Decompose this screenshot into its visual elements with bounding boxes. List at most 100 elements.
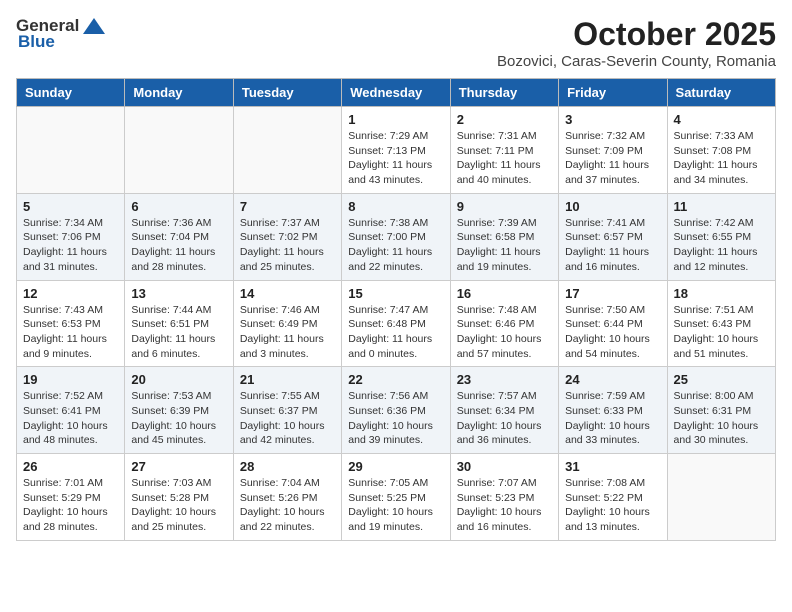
calendar-cell: 10 Sunrise: 7:41 AM Sunset: 6:57 PM Dayli…	[559, 193, 667, 280]
day-number: 20	[131, 372, 226, 387]
calendar-cell: 3 Sunrise: 7:32 AM Sunset: 7:09 PM Daylig…	[559, 107, 667, 194]
day-number: 10	[565, 199, 660, 214]
calendar-cell: 21 Sunrise: 7:55 AM Sunset: 6:37 PM Dayli…	[233, 367, 341, 454]
day-info: Sunrise: 7:33 AM Sunset: 7:08 PM Dayligh…	[674, 129, 769, 188]
day-info: Sunrise: 7:48 AM Sunset: 6:46 PM Dayligh…	[457, 303, 552, 362]
day-info: Sunrise: 7:03 AM Sunset: 5:28 PM Dayligh…	[131, 476, 226, 535]
day-number: 21	[240, 372, 335, 387]
header: General Blue October 2025 Bozovici, Cara…	[16, 16, 776, 70]
day-number: 4	[674, 112, 769, 127]
day-info: Sunrise: 7:01 AM Sunset: 5:29 PM Dayligh…	[23, 476, 118, 535]
calendar-cell: 12 Sunrise: 7:43 AM Sunset: 6:53 PM Dayli…	[17, 280, 125, 367]
day-info: Sunrise: 7:42 AM Sunset: 6:55 PM Dayligh…	[674, 216, 769, 275]
day-number: 24	[565, 372, 660, 387]
day-number: 5	[23, 199, 118, 214]
calendar-cell: 24 Sunrise: 7:59 AM Sunset: 6:33 PM Dayli…	[559, 367, 667, 454]
calendar-cell: 2Sunrise: 7:31 AM Sunset: 7:11 PM Daylig…	[450, 107, 558, 194]
calendar-cell: 25 Sunrise: 8:00 AM Sunset: 6:31 PM Dayli…	[667, 367, 775, 454]
day-number: 11	[674, 199, 769, 214]
day-number: 25	[674, 372, 769, 387]
calendar: SundayMondayTuesdayWednesdayThursdayFrid…	[16, 78, 776, 541]
day-number: 6	[131, 199, 226, 214]
calendar-cell: 29 Sunrise: 7:05 AM Sunset: 5:25 PM Dayli…	[342, 454, 450, 541]
calendar-cell: 26 Sunrise: 7:01 AM Sunset: 5:29 PM Dayli…	[17, 454, 125, 541]
day-info: Sunrise: 7:59 AM Sunset: 6:33 PM Dayligh…	[565, 389, 660, 448]
calendar-cell: 14 Sunrise: 7:46 AM Sunset: 6:49 PM Dayli…	[233, 280, 341, 367]
day-number: 23	[457, 372, 552, 387]
calendar-header-friday: Friday	[559, 79, 667, 107]
calendar-header-row: SundayMondayTuesdayWednesdayThursdayFrid…	[17, 79, 776, 107]
calendar-week-row: 5 Sunrise: 7:34 AM Sunset: 7:06 PM Daylig…	[17, 193, 776, 280]
calendar-cell: 18Sunrise: 7:51 AM Sunset: 6:43 PM Dayli…	[667, 280, 775, 367]
day-number: 14	[240, 286, 335, 301]
day-info: Sunrise: 7:05 AM Sunset: 5:25 PM Dayligh…	[348, 476, 443, 535]
day-number: 15	[348, 286, 443, 301]
calendar-cell: 8 Sunrise: 7:38 AM Sunset: 7:00 PM Daylig…	[342, 193, 450, 280]
calendar-cell: 9 Sunrise: 7:39 AM Sunset: 6:58 PM Daylig…	[450, 193, 558, 280]
day-number: 13	[131, 286, 226, 301]
day-info: Sunrise: 7:55 AM Sunset: 6:37 PM Dayligh…	[240, 389, 335, 448]
day-info: Sunrise: 7:56 AM Sunset: 6:36 PM Dayligh…	[348, 389, 443, 448]
calendar-cell	[125, 107, 233, 194]
day-info: Sunrise: 7:47 AM Sunset: 6:48 PM Dayligh…	[348, 303, 443, 362]
calendar-header-monday: Monday	[125, 79, 233, 107]
calendar-cell: 17 Sunrise: 7:50 AM Sunset: 6:44 PM Dayli…	[559, 280, 667, 367]
day-info: Sunrise: 7:38 AM Sunset: 7:00 PM Dayligh…	[348, 216, 443, 275]
day-info: Sunrise: 7:31 AM Sunset: 7:11 PM Dayligh…	[457, 129, 552, 188]
day-number: 9	[457, 199, 552, 214]
day-info: Sunrise: 7:07 AM Sunset: 5:23 PM Dayligh…	[457, 476, 552, 535]
day-number: 31	[565, 459, 660, 474]
calendar-header-wednesday: Wednesday	[342, 79, 450, 107]
calendar-cell: 22Sunrise: 7:56 AM Sunset: 6:36 PM Dayli…	[342, 367, 450, 454]
title-area: October 2025 Bozovici, Caras-Severin Cou…	[497, 16, 776, 70]
day-number: 19	[23, 372, 118, 387]
calendar-cell: 6 Sunrise: 7:36 AM Sunset: 7:04 PM Daylig…	[125, 193, 233, 280]
calendar-cell: 19 Sunrise: 7:52 AM Sunset: 6:41 PM Dayli…	[17, 367, 125, 454]
day-info: Sunrise: 7:46 AM Sunset: 6:49 PM Dayligh…	[240, 303, 335, 362]
logo-blue: Blue	[16, 32, 55, 52]
day-number: 8	[348, 199, 443, 214]
day-info: Sunrise: 7:37 AM Sunset: 7:02 PM Dayligh…	[240, 216, 335, 275]
day-info: Sunrise: 7:36 AM Sunset: 7:04 PM Dayligh…	[131, 216, 226, 275]
calendar-header-tuesday: Tuesday	[233, 79, 341, 107]
calendar-cell: 1Sunrise: 7:29 AM Sunset: 7:13 PM Daylig…	[342, 107, 450, 194]
month-title: October 2025	[497, 16, 776, 53]
day-info: Sunrise: 7:44 AM Sunset: 6:51 PM Dayligh…	[131, 303, 226, 362]
day-info: Sunrise: 7:51 AM Sunset: 6:43 PM Dayligh…	[674, 303, 769, 362]
calendar-cell: 7Sunrise: 7:37 AM Sunset: 7:02 PM Daylig…	[233, 193, 341, 280]
day-number: 1	[348, 112, 443, 127]
day-info: Sunrise: 7:50 AM Sunset: 6:44 PM Dayligh…	[565, 303, 660, 362]
day-info: Sunrise: 7:52 AM Sunset: 6:41 PM Dayligh…	[23, 389, 118, 448]
calendar-cell: 31 Sunrise: 7:08 AM Sunset: 5:22 PM Dayli…	[559, 454, 667, 541]
calendar-cell	[17, 107, 125, 194]
calendar-cell: 30 Sunrise: 7:07 AM Sunset: 5:23 PM Dayli…	[450, 454, 558, 541]
day-info: Sunrise: 7:32 AM Sunset: 7:09 PM Dayligh…	[565, 129, 660, 188]
logo: General Blue	[16, 16, 105, 52]
calendar-cell: 4 Sunrise: 7:33 AM Sunset: 7:08 PM Daylig…	[667, 107, 775, 194]
calendar-header-saturday: Saturday	[667, 79, 775, 107]
day-number: 12	[23, 286, 118, 301]
day-number: 27	[131, 459, 226, 474]
day-number: 26	[23, 459, 118, 474]
day-info: Sunrise: 7:04 AM Sunset: 5:26 PM Dayligh…	[240, 476, 335, 535]
day-number: 28	[240, 459, 335, 474]
day-info: Sunrise: 7:53 AM Sunset: 6:39 PM Dayligh…	[131, 389, 226, 448]
day-number: 30	[457, 459, 552, 474]
day-info: Sunrise: 7:43 AM Sunset: 6:53 PM Dayligh…	[23, 303, 118, 362]
day-number: 29	[348, 459, 443, 474]
logo-icon	[83, 16, 105, 36]
day-info: Sunrise: 7:41 AM Sunset: 6:57 PM Dayligh…	[565, 216, 660, 275]
day-number: 3	[565, 112, 660, 127]
calendar-week-row: 19 Sunrise: 7:52 AM Sunset: 6:41 PM Dayli…	[17, 367, 776, 454]
calendar-cell: 20 Sunrise: 7:53 AM Sunset: 6:39 PM Dayli…	[125, 367, 233, 454]
calendar-cell: 23 Sunrise: 7:57 AM Sunset: 6:34 PM Dayli…	[450, 367, 558, 454]
day-info: Sunrise: 8:00 AM Sunset: 6:31 PM Dayligh…	[674, 389, 769, 448]
day-number: 17	[565, 286, 660, 301]
day-info: Sunrise: 7:39 AM Sunset: 6:58 PM Dayligh…	[457, 216, 552, 275]
calendar-cell: 11 Sunrise: 7:42 AM Sunset: 6:55 PM Dayli…	[667, 193, 775, 280]
day-info: Sunrise: 7:34 AM Sunset: 7:06 PM Dayligh…	[23, 216, 118, 275]
calendar-header-thursday: Thursday	[450, 79, 558, 107]
day-info: Sunrise: 7:08 AM Sunset: 5:22 PM Dayligh…	[565, 476, 660, 535]
day-info: Sunrise: 7:57 AM Sunset: 6:34 PM Dayligh…	[457, 389, 552, 448]
calendar-week-row: 1Sunrise: 7:29 AM Sunset: 7:13 PM Daylig…	[17, 107, 776, 194]
